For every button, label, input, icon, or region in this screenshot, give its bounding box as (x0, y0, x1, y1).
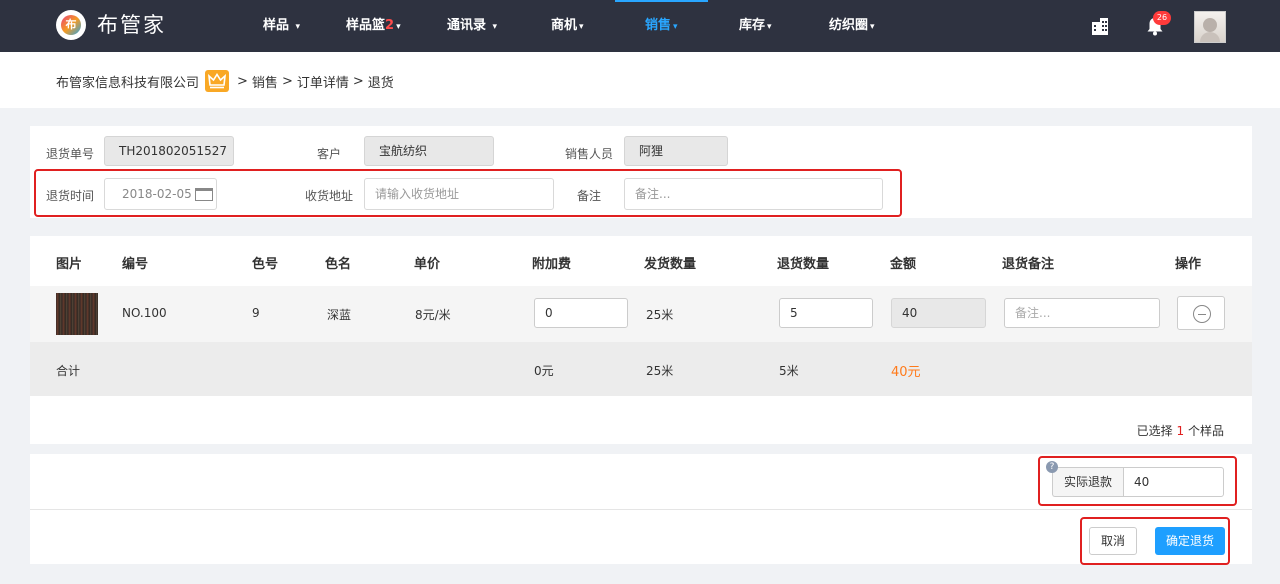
chevron-down-icon: ▾ (492, 22, 498, 32)
salesperson-label: 销售人员 (565, 147, 614, 161)
nav-item-textile-circle[interactable]: 纺织圈 ▾ (829, 0, 875, 52)
cell-shipped-qty: 25米 (646, 308, 674, 322)
selection-count: 已选择 1 个样品 (1137, 422, 1224, 439)
highlight-box-actions (1080, 517, 1230, 565)
chevron-down-icon: ▾ (870, 22, 875, 32)
top-navbar: 布 布管家 样品 ▾ 样品篮2 ▾ 通讯录 ▾ 商机 ▾ 销售 ▾ 库存 ▾ 纺织圈 ▾ … (0, 0, 1280, 52)
table-row: NO.100 9 深蓝 8元/米 0 25米 5 40 备注... (30, 286, 1252, 342)
cell-color-name: 深蓝 (327, 308, 352, 322)
customer-label: 客户 (317, 147, 342, 161)
nav-item-label: 商机 (551, 18, 578, 33)
return-items-table: 图片 编号 色号 色名 单价 附加费 发货数量 退货数量 金额 退货备注 操作 … (30, 236, 1252, 444)
return-remark-input[interactable]: 备注... (1004, 298, 1160, 328)
nav-item-label: 通讯录 (447, 18, 487, 33)
selection-suffix: 个样品 (1187, 424, 1224, 438)
fabric-thumbnail[interactable] (56, 293, 98, 335)
breadcrumb-bar: 布管家信息科技有限公司 > 销售 > 订单详情 > 退货 (0, 52, 1280, 108)
column-header: 单价 (414, 257, 441, 272)
cell-unit-price: 8元/米 (415, 308, 451, 322)
building-icon[interactable] (1090, 16, 1110, 36)
total-shipped-qty: 25米 (646, 364, 674, 378)
notification-badge: 26 (1153, 11, 1171, 25)
extra-fee-input[interactable]: 0 (534, 298, 628, 328)
chevron-down-icon: ▾ (295, 22, 301, 32)
column-header: 附加费 (532, 257, 572, 272)
user-avatar[interactable] (1194, 11, 1226, 43)
total-return-qty: 5米 (779, 364, 799, 378)
divider (30, 509, 1252, 510)
return-qty-input[interactable]: 5 (779, 298, 873, 328)
nav-item-samples[interactable]: 样品 ▾ (263, 0, 300, 52)
column-header: 退货数量 (777, 257, 830, 272)
chevron-down-icon: ▾ (673, 22, 678, 32)
minus-circle-icon (1193, 305, 1211, 323)
highlight-box-form (34, 169, 902, 217)
nav-item-sales[interactable]: 销售 ▾ (615, 0, 707, 52)
column-header: 金额 (890, 257, 917, 272)
breadcrumb-company[interactable]: 布管家信息科技有限公司 (56, 72, 199, 91)
cell-color-no: 9 (252, 306, 260, 320)
remove-row-button[interactable] (1177, 296, 1225, 330)
highlight-box-refund (1038, 456, 1237, 506)
breadcrumb-sales[interactable]: 销售 (252, 72, 278, 91)
refund-panel: 实际退款 ? 40 取消 确定退货 (30, 454, 1252, 565)
nav-item-inventory[interactable]: 库存 ▾ (739, 0, 772, 52)
column-header: 色号 (252, 257, 279, 272)
chevron-down-icon: ▾ (579, 22, 584, 32)
brand-name[interactable]: 布管家 (97, 10, 166, 40)
brand-logo[interactable]: 布 (56, 10, 86, 40)
return-info-form: 退货单号 TH201802051527 客户 宝航纺织 销售人员 阿狸 退货时间… (30, 126, 1252, 218)
nav-item-label: 库存 (739, 18, 766, 33)
total-label: 合计 (56, 364, 81, 378)
salesperson-field: 阿狸 (624, 136, 728, 166)
nav-item-label: 纺织圈 (829, 18, 869, 33)
column-header: 退货备注 (1002, 257, 1055, 272)
breadcrumb-separator: > (352, 73, 364, 89)
breadcrumb-separator: > (281, 73, 293, 89)
crown-icon (205, 70, 230, 92)
total-row: 合计 0元 25米 5米 40元 (30, 342, 1252, 396)
cell-code: NO.100 (122, 306, 167, 320)
selection-prefix: 已选择 (1136, 424, 1173, 438)
customer-field: 宝航纺织 (364, 136, 494, 166)
nav-item-label: 样品 (263, 18, 290, 33)
chevron-down-icon: ▾ (396, 22, 401, 32)
chevron-down-icon: ▾ (767, 22, 772, 32)
column-header: 发货数量 (644, 257, 697, 272)
breadcrumb: 布管家信息科技有限公司 > 销售 > 订单详情 > 退货 (56, 70, 394, 92)
nav-item-opportunities[interactable]: 商机 ▾ (551, 0, 584, 52)
breadcrumb-order-detail[interactable]: 订单详情 (297, 72, 349, 91)
column-header: 图片 (56, 257, 83, 272)
breadcrumb-separator: > (237, 73, 248, 89)
column-header: 编号 (122, 257, 149, 272)
nav-item-contacts[interactable]: 通讯录 ▾ (447, 0, 497, 52)
column-header: 色名 (325, 257, 352, 272)
amount-field: 40 (891, 298, 986, 328)
selection-number: 1 (1176, 424, 1185, 438)
column-header: 操作 (1175, 257, 1202, 272)
return-no-field: TH201802051527 (104, 136, 234, 166)
basket-count-badge: 2 (385, 18, 395, 33)
nav-item-label: 销售 (645, 18, 672, 33)
nav-item-label: 样品篮 (346, 18, 386, 33)
logo-mark: 布 (61, 15, 81, 35)
nav-item-sample-basket[interactable]: 样品篮2 ▾ (346, 0, 401, 52)
total-extra-fee: 0元 (534, 364, 554, 378)
return-no-label: 退货单号 (46, 147, 95, 161)
total-amount: 40元 (891, 365, 921, 380)
breadcrumb-return: 退货 (367, 75, 394, 91)
